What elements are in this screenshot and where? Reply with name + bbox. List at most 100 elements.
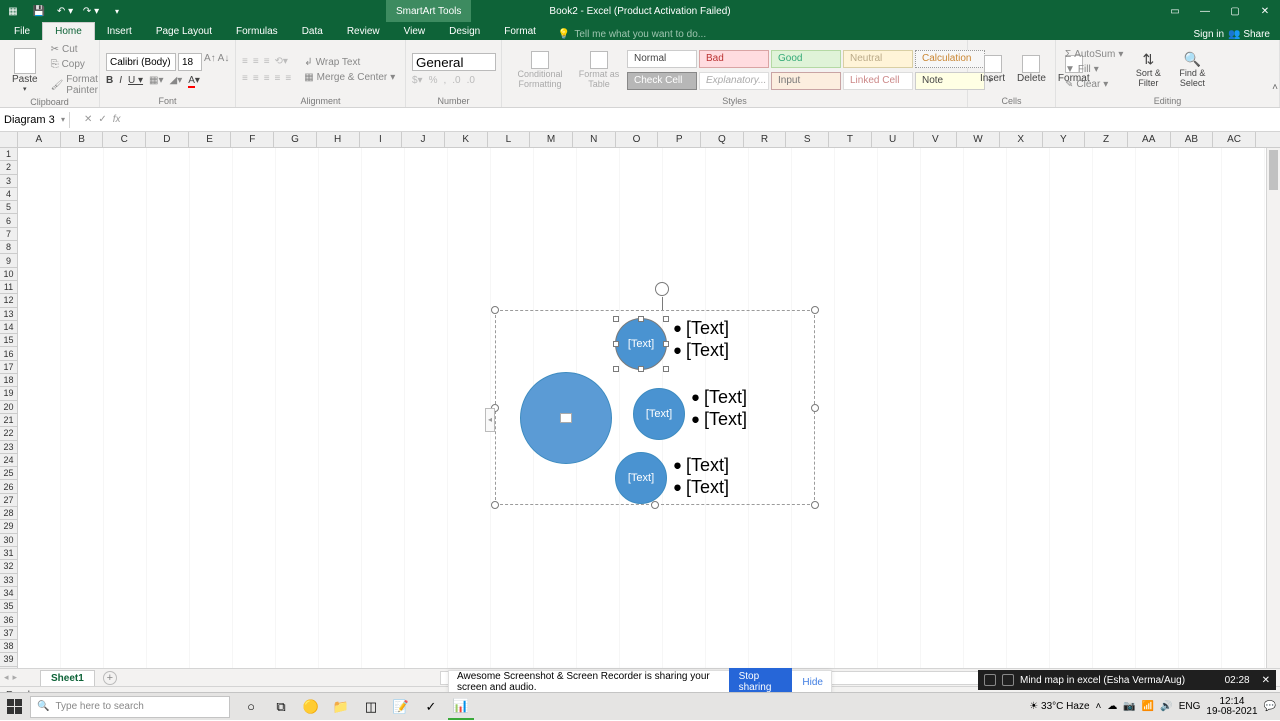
autosum-button[interactable]: Σ AutoSum ▾ bbox=[1062, 48, 1126, 61]
column-header[interactable]: L bbox=[488, 132, 531, 147]
teams-call-toast[interactable]: Mind map in excel (Esha Verma/Aug) 02:28… bbox=[978, 670, 1276, 690]
cancel-formula-icon[interactable]: ✕ bbox=[84, 114, 92, 125]
column-header[interactable]: A bbox=[18, 132, 61, 147]
style-check-cell[interactable]: Check Cell bbox=[627, 72, 697, 90]
merge-center-button[interactable]: ▦ Merge & Center ▾ bbox=[301, 71, 398, 84]
style-good[interactable]: Good bbox=[771, 50, 841, 68]
teams-toast-close-icon[interactable]: ✕ bbox=[1262, 675, 1270, 686]
tell-me-search[interactable]: 💡Tell me what you want to do... bbox=[558, 29, 706, 40]
align-middle-icon[interactable]: ≡ bbox=[253, 56, 259, 67]
italic-button[interactable]: I bbox=[119, 75, 122, 86]
taskbar-search[interactable]: 🔍Type here to search bbox=[30, 696, 230, 718]
format-as-table-button[interactable]: Format as Table bbox=[572, 43, 626, 96]
row-header[interactable]: 22 bbox=[0, 427, 17, 440]
bold-button[interactable]: B bbox=[106, 75, 113, 86]
add-sheet-button[interactable]: + bbox=[103, 671, 117, 685]
column-header[interactable]: S bbox=[786, 132, 829, 147]
column-header[interactable]: M bbox=[530, 132, 573, 147]
vertical-scrollbar[interactable] bbox=[1266, 148, 1280, 668]
row-header[interactable]: 27 bbox=[0, 494, 17, 507]
column-header[interactable]: AA bbox=[1128, 132, 1171, 147]
tray-chevron-icon[interactable]: ˄ bbox=[1096, 701, 1102, 712]
text-pane-toggle[interactable]: ◂ bbox=[485, 408, 495, 432]
collapse-ribbon-icon[interactable]: ˄ bbox=[1272, 82, 1278, 93]
smartart-main-circle[interactable] bbox=[520, 372, 612, 464]
resize-handle-e[interactable] bbox=[811, 404, 819, 412]
language-indicator[interactable]: ENG bbox=[1179, 701, 1201, 712]
row-header[interactable]: 5 bbox=[0, 201, 17, 214]
column-header[interactable]: F bbox=[231, 132, 274, 147]
onedrive-icon[interactable]: ☁ bbox=[1107, 701, 1117, 712]
clock[interactable]: 12:1419-08-2021 bbox=[1206, 697, 1257, 717]
row-header[interactable]: 2 bbox=[0, 161, 17, 174]
column-header[interactable]: I bbox=[360, 132, 403, 147]
align-left-icon[interactable]: ≡ bbox=[242, 73, 248, 84]
row-header[interactable]: 38 bbox=[0, 640, 17, 653]
tab-home[interactable]: Home bbox=[42, 22, 95, 40]
row-header[interactable]: 39 bbox=[0, 653, 17, 666]
column-header[interactable]: K bbox=[445, 132, 488, 147]
cell-grid[interactable]: ◂ [Text] [Text] [Text] • [Text]• [Text] … bbox=[18, 148, 1266, 668]
column-header[interactable]: O bbox=[616, 132, 659, 147]
node-handle[interactable] bbox=[638, 366, 644, 372]
find-select-button[interactable]: 🔍Find & Select bbox=[1170, 43, 1214, 96]
comma-icon[interactable]: , bbox=[444, 75, 447, 86]
sort-filter-button[interactable]: ⇅Sort & Filter bbox=[1126, 43, 1170, 96]
column-header[interactable]: P bbox=[658, 132, 701, 147]
indent-inc-icon[interactable]: ≡ bbox=[285, 73, 291, 84]
row-header[interactable]: 1 bbox=[0, 148, 17, 161]
start-button[interactable] bbox=[0, 693, 28, 721]
row-header[interactable]: 31 bbox=[0, 547, 17, 560]
resize-handle-ne[interactable] bbox=[811, 306, 819, 314]
indent-dec-icon[interactable]: ≡ bbox=[275, 73, 281, 84]
row-header[interactable]: 13 bbox=[0, 308, 17, 321]
copy-button[interactable]: ⎘ Copy bbox=[48, 58, 101, 71]
sign-in-link[interactable]: Sign in bbox=[1194, 29, 1225, 40]
share-button[interactable]: 👥 Share bbox=[1228, 29, 1270, 40]
row-header[interactable]: 26 bbox=[0, 480, 17, 493]
row-header[interactable]: 14 bbox=[0, 321, 17, 334]
cut-button[interactable]: ✂ Cut bbox=[48, 43, 101, 56]
row-header[interactable]: 7 bbox=[0, 228, 17, 241]
increase-decimal-icon[interactable]: .0 bbox=[452, 75, 460, 86]
column-header[interactable]: Y bbox=[1043, 132, 1086, 147]
tab-view[interactable]: View bbox=[392, 23, 438, 40]
column-header[interactable]: H bbox=[317, 132, 360, 147]
column-header[interactable]: R bbox=[744, 132, 787, 147]
tab-file[interactable]: File bbox=[2, 23, 42, 40]
shrink-font-icon[interactable]: A↓ bbox=[218, 53, 230, 71]
underline-button[interactable]: U ▾ bbox=[128, 75, 143, 86]
sheet-nav-next-icon[interactable]: ▸ bbox=[13, 672, 18, 683]
row-header[interactable]: 32 bbox=[0, 560, 17, 573]
node-handle[interactable] bbox=[613, 341, 619, 347]
resize-handle-se[interactable] bbox=[811, 501, 819, 509]
wifi-icon[interactable]: 📶 bbox=[1142, 701, 1154, 712]
row-header[interactable]: 20 bbox=[0, 401, 17, 414]
node-handle[interactable] bbox=[613, 316, 619, 322]
font-name-selector[interactable] bbox=[106, 53, 176, 71]
weather-widget[interactable]: ☀ 33°C Haze bbox=[1029, 701, 1089, 712]
row-header[interactable]: 33 bbox=[0, 574, 17, 587]
sticky-notes-icon[interactable]: 📝 bbox=[388, 694, 414, 720]
smartart-object[interactable]: ◂ [Text] [Text] [Text] • [Text]• [Text] … bbox=[495, 310, 815, 505]
resize-handle-sw[interactable] bbox=[491, 501, 499, 509]
percent-icon[interactable]: % bbox=[429, 75, 438, 86]
row-header[interactable]: 18 bbox=[0, 374, 17, 387]
row-header[interactable]: 25 bbox=[0, 467, 17, 480]
column-header[interactable]: B bbox=[61, 132, 104, 147]
orientation-icon[interactable]: ⟲▾ bbox=[275, 56, 288, 67]
notification-icon[interactable]: 💬 bbox=[1264, 701, 1276, 712]
column-header[interactable]: W bbox=[957, 132, 1000, 147]
row-header[interactable]: 16 bbox=[0, 347, 17, 360]
style-neutral[interactable]: Neutral bbox=[843, 50, 913, 68]
insert-cells-button[interactable]: Insert bbox=[974, 43, 1011, 96]
smartart-bullets-1[interactable]: • [Text]• [Text] bbox=[673, 317, 729, 361]
row-header[interactable]: 24 bbox=[0, 454, 17, 467]
chrome-icon[interactable]: 🟡 bbox=[298, 694, 324, 720]
column-header[interactable]: U bbox=[872, 132, 915, 147]
name-box[interactable]: Diagram 3▾ bbox=[0, 112, 70, 128]
paste-button[interactable]: Paste▾ bbox=[6, 43, 44, 97]
column-header[interactable]: E bbox=[189, 132, 232, 147]
column-header[interactable]: AC bbox=[1213, 132, 1256, 147]
wrap-text-button[interactable]: ↲ Wrap Text bbox=[301, 56, 398, 69]
